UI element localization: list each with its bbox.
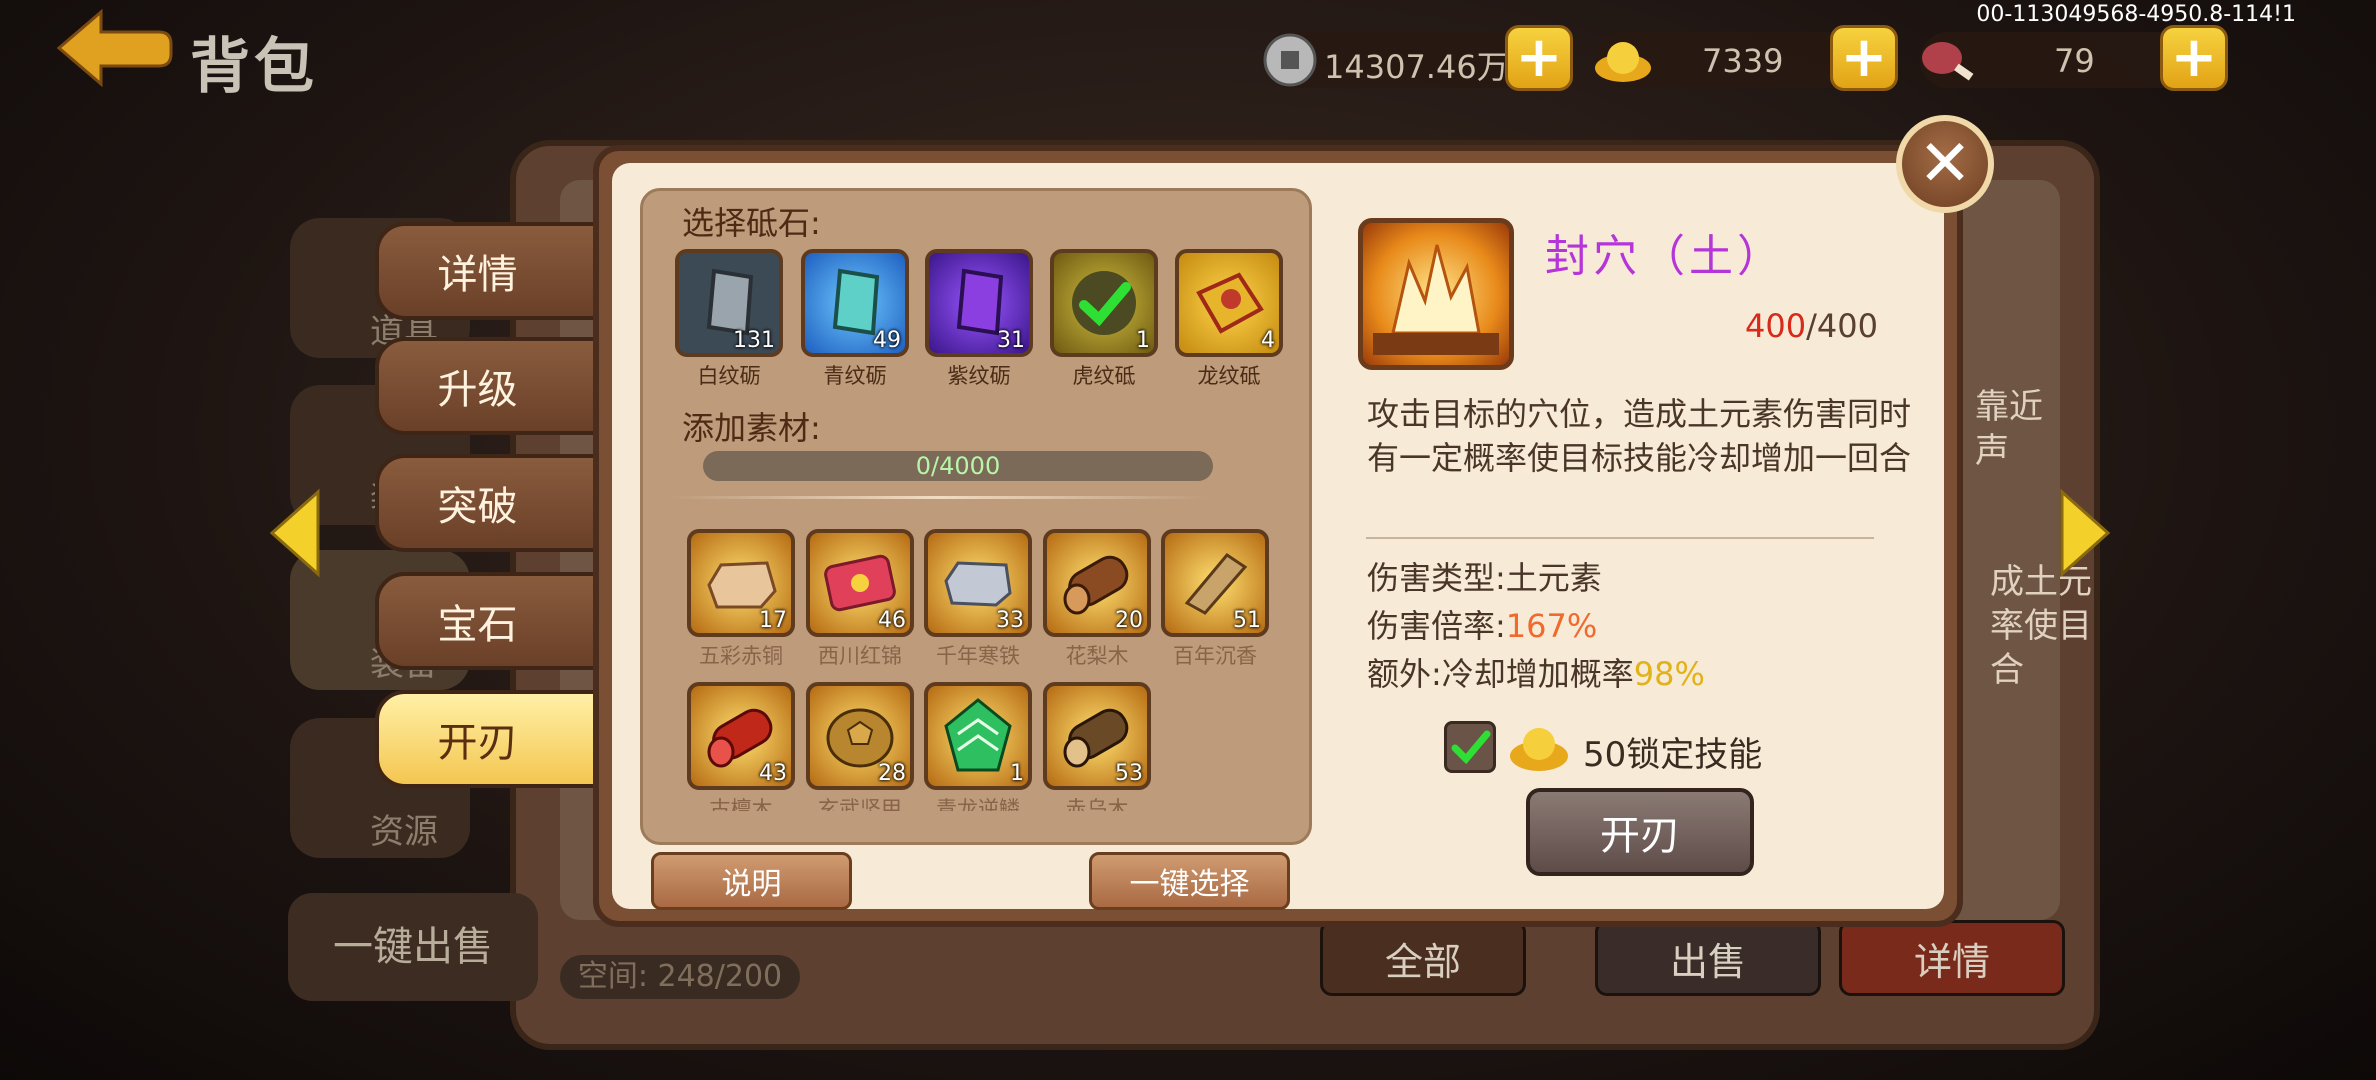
extra-effect: 额外:冷却增加概率98% xyxy=(1367,655,1705,693)
skill-level: 400/400 xyxy=(1745,307,1878,345)
skill-name: 封穴（土） xyxy=(1545,231,1785,282)
space-counter: 空间: 248/200 xyxy=(560,955,800,999)
whetstone-white-name: 白纹砺 xyxy=(697,364,761,388)
material-name-iron: 千年寒铁 xyxy=(936,644,1020,668)
debug-id: 00-113049568-4950.8-114!1 xyxy=(1976,2,2296,27)
next-arrow-icon[interactable] xyxy=(2058,488,2112,578)
select-whetstone-label: 选择砥石: xyxy=(682,204,821,242)
material-slot-agarwood[interactable]: 51 xyxy=(1161,529,1269,637)
whetstone-cyan[interactable]: 49 xyxy=(801,249,909,357)
gold-ingot-icon xyxy=(1510,728,1568,771)
material-progress: 0/4000 xyxy=(703,451,1213,481)
material-name-ebony: 赤乌木 xyxy=(1065,797,1129,811)
whetstone-purple[interactable]: 31 xyxy=(925,249,1033,357)
add-meat-button[interactable]: + xyxy=(2160,25,2228,91)
whetstone-tiger-name: 虎纹砥 xyxy=(1072,364,1136,388)
tab-breakthrough[interactable]: 突破 xyxy=(375,454,620,552)
tab-details[interactable]: 详情 xyxy=(375,222,620,320)
close-icon: ✕ xyxy=(1918,127,1972,201)
material-name-copper: 五彩赤铜 xyxy=(699,644,783,668)
gold-ingot-icon xyxy=(1595,42,1651,82)
tab-gem[interactable]: 宝石 xyxy=(375,572,620,670)
coin-value: 14307.46万 xyxy=(1324,48,1509,86)
explain-button[interactable]: 说明 xyxy=(651,852,852,910)
detail-button[interactable]: 详情 xyxy=(1839,920,2065,996)
material-slot-turtle[interactable]: 28 xyxy=(806,682,914,790)
whetstone-cyan-name: 青纹砺 xyxy=(823,364,887,388)
material-slot-scale[interactable]: 1 xyxy=(924,682,1032,790)
material-name-sandalwood: 古檀木 xyxy=(709,797,773,811)
close-button[interactable]: ✕ xyxy=(1896,115,1994,213)
sharpen-button[interactable]: 开刃 xyxy=(1526,788,1754,876)
material-slot-sandalwood[interactable]: 43 xyxy=(687,682,795,790)
tab-upgrade[interactable]: 升级 xyxy=(375,337,620,435)
ingot-value: 7339 xyxy=(1702,42,1784,80)
material-slot-ebony[interactable]: 53 xyxy=(1043,682,1151,790)
material-name-rosewood: 花梨木 xyxy=(1065,644,1129,668)
tab-sharpen[interactable]: 开刃 xyxy=(375,690,620,788)
earth-burst-icon xyxy=(1373,244,1499,355)
background-text-1: 靠近声 xyxy=(1975,387,2043,471)
divider xyxy=(668,496,1208,499)
add-ingot-button[interactable]: + xyxy=(1830,25,1898,91)
background-text-2: 成土元 率使目合 xyxy=(1990,562,2092,690)
material-slot-brocade[interactable]: 46 xyxy=(806,529,914,637)
one-click-select-button[interactable]: 一键选择 xyxy=(1089,852,1290,910)
whetstone-dragon-name: 龙纹砥 xyxy=(1197,364,1261,388)
whetstone-tiger[interactable]: 1 xyxy=(1050,249,1158,357)
meat-icon xyxy=(1922,42,1974,81)
back-arrow-icon[interactable] xyxy=(55,8,175,88)
page-title: 背包 xyxy=(190,32,318,102)
meat-value: 79 xyxy=(2054,42,2095,80)
prev-arrow-icon[interactable] xyxy=(268,488,322,578)
coin-icon xyxy=(1263,33,1317,87)
material-name-brocade: 西川红锦 xyxy=(818,644,902,668)
divider xyxy=(1366,537,1874,539)
add-coin-button[interactable]: + xyxy=(1505,25,1573,91)
whetstone-purple-name: 紫纹砺 xyxy=(947,364,1011,388)
lock-skill-text: 50锁定技能 xyxy=(1583,735,1763,775)
lock-skill-checkbox[interactable] xyxy=(1444,721,1496,773)
material-slot-rosewood[interactable]: 20 xyxy=(1043,529,1151,637)
one-click-sell-button[interactable]: 一键出售 xyxy=(288,893,538,1001)
damage-type: 伤害类型:土元素 xyxy=(1367,559,1602,597)
material-slot-iron[interactable]: 33 xyxy=(924,529,1032,637)
filter-all-button[interactable]: 全部 xyxy=(1320,920,1526,996)
damage-rate: 伤害倍率:167% xyxy=(1367,607,1598,645)
whetstone-dragon[interactable]: 4 xyxy=(1175,249,1283,357)
skill-icon-frame xyxy=(1358,218,1514,370)
material-slot-copper[interactable]: 17 xyxy=(687,529,795,637)
material-name-turtle: 玄武坚甲 xyxy=(818,797,902,811)
material-name-scale: 青龙逆鳞 xyxy=(936,797,1020,811)
check-mark-icon xyxy=(1451,730,1491,765)
skill-description: 攻击目标的穴位，造成土元素伤害同时有一定概率使目标技能冷却增加一回合 xyxy=(1367,395,1912,477)
material-name-agarwood: 百年沉香 xyxy=(1173,644,1257,668)
add-material-label: 添加素材: xyxy=(682,409,821,447)
sell-button[interactable]: 出售 xyxy=(1595,920,1821,996)
whetstone-white[interactable]: 131 xyxy=(675,249,783,357)
